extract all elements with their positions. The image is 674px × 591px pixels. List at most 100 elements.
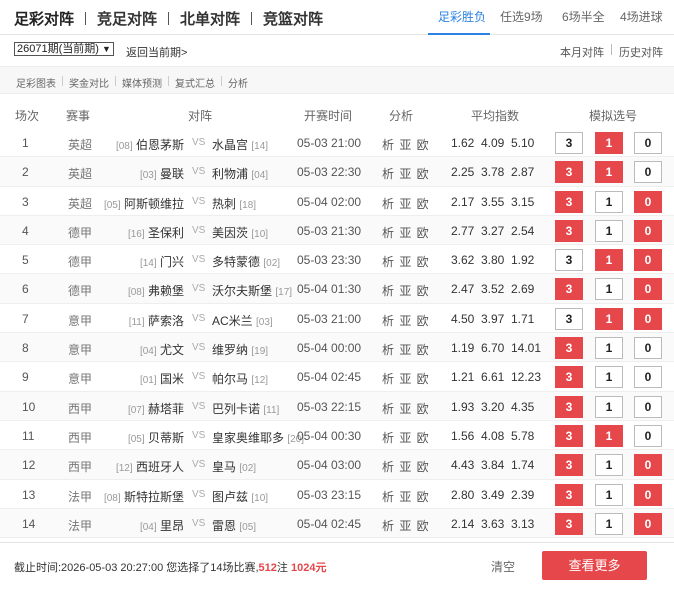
league-name[interactable]: 法甲 [68, 488, 92, 505]
away-team[interactable]: 皇马 [02] [212, 458, 256, 475]
away-team[interactable]: 图卢兹 [10] [212, 488, 268, 505]
home-team[interactable]: [04] 里昂 [140, 517, 184, 534]
pick-0-button[interactable]: 0 [634, 307, 662, 330]
away-team[interactable]: 皇家奥维耶多 [20] [212, 429, 304, 446]
pick-3-button[interactable]: 3 [555, 424, 583, 447]
pick-3-button[interactable]: 3 [555, 132, 583, 154]
analysis-links[interactable]: 析 亚 欧 [382, 370, 430, 387]
pick-1-button[interactable]: 1 [595, 454, 623, 477]
subtab-4changjinqiu[interactable]: 4场进球 [610, 0, 672, 35]
pick-0-button[interactable]: 0 [634, 454, 662, 477]
home-team[interactable]: [11] 萨索洛 [129, 312, 184, 329]
pick-0-button[interactable]: 0 [634, 424, 662, 447]
pick-3-button[interactable]: 3 [555, 512, 583, 535]
home-team[interactable]: [12] 西班牙人 [116, 458, 184, 475]
tool-media-forecast[interactable]: 媒体预测 [122, 75, 162, 90]
back-current-link[interactable]: 返回当前期> [126, 44, 187, 60]
pick-0-button[interactable]: 0 [634, 190, 662, 213]
home-team[interactable]: [07] 赫塔菲 [128, 400, 184, 417]
analysis-links[interactable]: 析 亚 欧 [382, 341, 430, 358]
analysis-links[interactable]: 析 亚 欧 [382, 312, 430, 329]
league-name[interactable]: 英超 [68, 195, 92, 212]
league-name[interactable]: 英超 [68, 136, 92, 153]
away-team[interactable]: 维罗纳 [19] [212, 341, 268, 358]
pick-1-button[interactable]: 1 [595, 278, 623, 301]
pick-1-button[interactable]: 1 [595, 219, 623, 242]
league-name[interactable]: 法甲 [68, 517, 92, 534]
away-team[interactable]: 巴列卡诺 [11] [212, 400, 279, 417]
analysis-links[interactable]: 析 亚 欧 [382, 253, 430, 270]
pick-0-button[interactable]: 0 [634, 219, 662, 242]
league-name[interactable]: 英超 [68, 165, 92, 182]
league-name[interactable]: 德甲 [68, 224, 92, 241]
pick-3-button[interactable]: 3 [555, 483, 583, 506]
pick-0-button[interactable]: 0 [634, 337, 662, 360]
analysis-links[interactable]: 析 亚 欧 [382, 195, 430, 212]
home-team[interactable]: [04] 尤文 [140, 341, 184, 358]
month-matches-link[interactable]: 本月对阵 [560, 44, 604, 60]
home-team[interactable]: [03] 曼联 [140, 165, 184, 182]
tab-jingzu[interactable]: 竞足对阵 [97, 8, 157, 29]
analysis-links[interactable]: 析 亚 欧 [382, 488, 430, 505]
clear-button[interactable]: 清空 [491, 558, 515, 575]
analysis-links[interactable]: 析 亚 欧 [382, 517, 430, 534]
away-team[interactable]: 水晶宫 [14] [212, 136, 268, 153]
pick-1-button[interactable]: 1 [595, 424, 623, 447]
pick-1-button[interactable]: 1 [595, 483, 623, 506]
home-team[interactable]: [14] 门兴 [140, 253, 184, 270]
pick-3-button[interactable]: 3 [555, 161, 583, 184]
analysis-links[interactable]: 析 亚 欧 [382, 136, 430, 153]
home-team[interactable]: [08] 弗赖堡 [128, 282, 184, 299]
league-name[interactable]: 德甲 [68, 253, 92, 270]
away-team[interactable]: 美因茨 [10] [212, 224, 268, 241]
tool-multi-summary[interactable]: 复式汇总 [175, 75, 215, 90]
pick-1-button[interactable]: 1 [595, 249, 623, 272]
subtab-renxuan9[interactable]: 任选9场 [490, 0, 552, 35]
analysis-links[interactable]: 析 亚 欧 [382, 224, 430, 241]
pick-3-button[interactable]: 3 [555, 249, 583, 272]
tool-prize-compare[interactable]: 奖金对比 [69, 75, 109, 90]
pick-1-button[interactable]: 1 [595, 307, 623, 330]
pick-0-button[interactable]: 0 [634, 483, 662, 506]
league-name[interactable]: 意甲 [68, 370, 92, 387]
away-team[interactable]: 雷恩 [05] [212, 517, 256, 534]
pick-0-button[interactable]: 0 [634, 512, 662, 535]
away-team[interactable]: 沃尔夫斯堡 [17] [212, 282, 292, 299]
pick-3-button[interactable]: 3 [555, 278, 583, 301]
away-team[interactable]: 多特蒙德 [02] [212, 253, 280, 270]
tab-beidan[interactable]: 北单对阵 [180, 8, 240, 29]
league-name[interactable]: 西甲 [68, 458, 92, 475]
pick-3-button[interactable]: 3 [555, 337, 583, 360]
history-matches-link[interactable]: 历史对阵 [619, 44, 663, 60]
tool-analysis[interactable]: 分析 [228, 75, 248, 90]
pick-3-button[interactable]: 3 [555, 307, 583, 330]
pick-1-button[interactable]: 1 [595, 337, 623, 360]
league-name[interactable]: 德甲 [68, 282, 92, 299]
pick-0-button[interactable]: 0 [634, 132, 662, 154]
pick-3-button[interactable]: 3 [555, 366, 583, 389]
pick-0-button[interactable]: 0 [634, 249, 662, 272]
away-team[interactable]: AC米兰 [03] [212, 312, 273, 329]
tool-chart[interactable]: 足彩图表 [16, 75, 56, 90]
pick-0-button[interactable]: 0 [634, 278, 662, 301]
pick-3-button[interactable]: 3 [555, 190, 583, 213]
analysis-links[interactable]: 析 亚 欧 [382, 458, 430, 475]
analysis-links[interactable]: 析 亚 欧 [382, 165, 430, 182]
home-team[interactable]: [05] 阿斯顿维拉 [104, 195, 184, 212]
pick-1-button[interactable]: 1 [595, 161, 623, 184]
period-select[interactable]: 26071期(当前期) ▼ [14, 42, 114, 56]
tab-zucai[interactable]: 足彩对阵 [14, 8, 74, 29]
pick-1-button[interactable]: 1 [595, 395, 623, 418]
league-name[interactable]: 意甲 [68, 312, 92, 329]
pick-1-button[interactable]: 1 [595, 132, 623, 154]
pick-3-button[interactable]: 3 [555, 395, 583, 418]
home-team[interactable]: [08] 伯恩茅斯 [116, 136, 184, 153]
subtab-shengfu[interactable]: 足彩胜负 [428, 0, 490, 35]
pick-0-button[interactable]: 0 [634, 395, 662, 418]
home-team[interactable]: [01] 国米 [140, 370, 184, 387]
league-name[interactable]: 西甲 [68, 400, 92, 417]
pick-3-button[interactable]: 3 [555, 454, 583, 477]
away-team[interactable]: 热刺 [18] [212, 195, 256, 212]
league-name[interactable]: 西甲 [68, 429, 92, 446]
pick-0-button[interactable]: 0 [634, 161, 662, 184]
